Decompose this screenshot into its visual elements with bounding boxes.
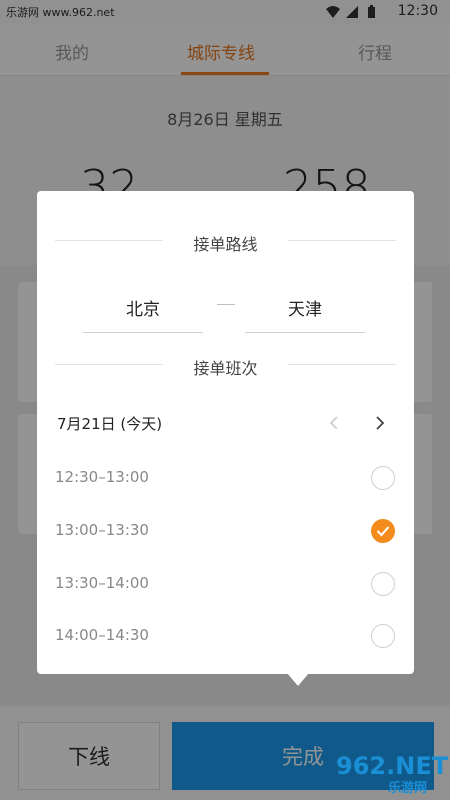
chevron-left-icon[interactable] [324, 411, 344, 435]
schedule-modal: 接单路线 北京 天津 接单班次 7月21日 (今天) 12:30–13:00 1… [37, 191, 414, 674]
divider [288, 240, 396, 241]
watermark-text: 962.NET [336, 752, 449, 780]
route-section-title: 接单路线 [193, 235, 258, 254]
watermark-sub: 乐游网 [388, 781, 428, 796]
divider [288, 364, 396, 365]
time-slot[interactable]: 12:30–13:00 [37, 453, 414, 505]
time-slot[interactable]: 14:00–14:30 [37, 611, 414, 663]
radio-unchecked-icon[interactable] [371, 572, 395, 596]
time-slot-label: 13:00–13:30 [55, 521, 149, 539]
time-slot-label: 14:00–14:30 [55, 626, 149, 644]
schedule-date: 7月21日 (今天) [57, 415, 163, 433]
from-city-underline [83, 332, 203, 333]
time-slot[interactable]: 13:30–14:00 [37, 559, 414, 611]
time-slot-label: 12:30–13:00 [55, 468, 149, 486]
route-dash [217, 304, 235, 305]
radio-unchecked-icon[interactable] [371, 624, 395, 648]
to-city-field[interactable]: 天津 [245, 295, 365, 320]
chevron-right-icon[interactable] [370, 411, 390, 435]
from-city-field[interactable]: 北京 [83, 295, 203, 320]
check-circle-icon[interactable] [371, 519, 395, 543]
modal-pointer-arrow [287, 673, 309, 686]
watermark-logo: 962.NET 乐游网 [336, 752, 448, 796]
radio-unchecked-icon[interactable] [371, 466, 395, 490]
time-slot-label: 13:30–14:00 [55, 574, 149, 592]
time-slot[interactable]: 13:00–13:30 [37, 506, 414, 558]
schedule-section-title: 接单班次 [193, 359, 258, 378]
to-city-underline [245, 332, 365, 333]
